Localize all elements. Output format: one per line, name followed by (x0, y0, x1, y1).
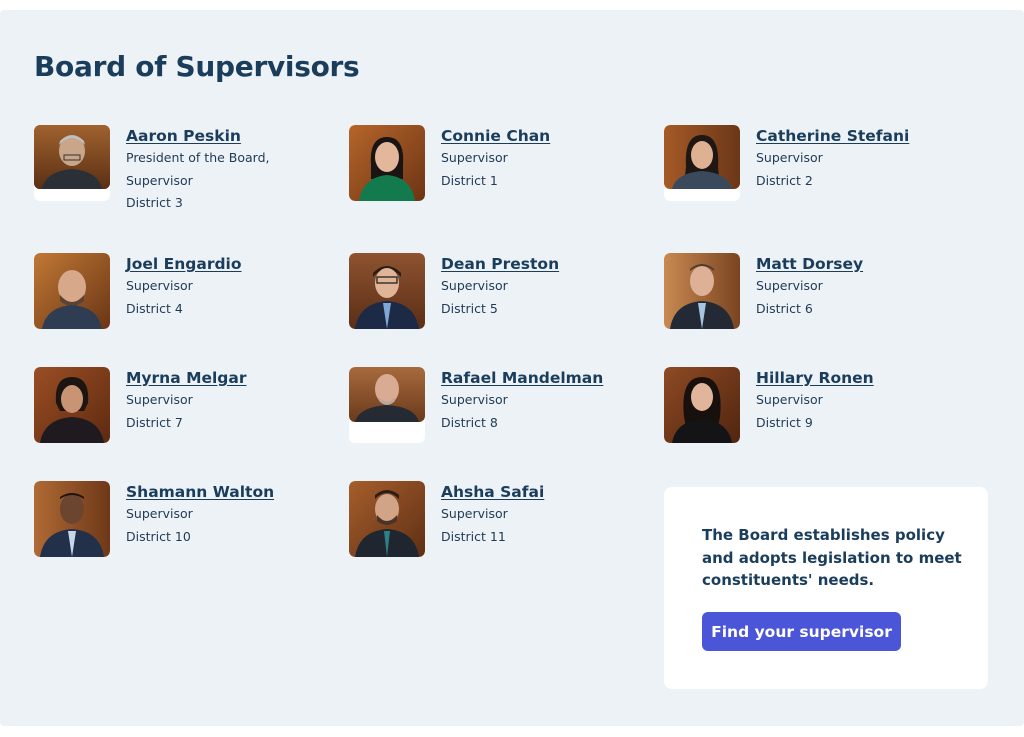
board-description: The Board establishes policy and adopts … (702, 526, 962, 589)
supervisor-name-link[interactable]: Shamann Walton (126, 481, 326, 503)
supervisor-photo[interactable] (34, 125, 110, 189)
supervisor-card: Rafael Mandelman Supervisor District 8 (349, 367, 649, 467)
supervisor-card: Ahsha Safai Supervisor District 11 (349, 481, 649, 581)
supervisor-photo[interactable] (34, 367, 110, 443)
supervisor-photo-frame (34, 253, 110, 329)
supervisor-card: Myrna Melgar Supervisor District 7 (34, 367, 334, 467)
find-your-supervisor-button[interactable]: Find your supervisor (702, 612, 901, 651)
supervisor-name-link[interactable]: Hillary Ronen (756, 367, 956, 389)
supervisor-photo[interactable] (349, 481, 425, 557)
supervisor-photo[interactable] (664, 125, 740, 189)
supervisor-card: Joel Engardio Supervisor District 4 (34, 253, 334, 353)
supervisor-district: District 4 (126, 300, 183, 316)
supervisor-district: District 9 (756, 414, 813, 430)
supervisor-district: District 8 (441, 414, 498, 430)
supervisor-role: Supervisor (756, 392, 823, 407)
supervisor-name-link[interactable]: Aaron Peskin (126, 125, 326, 147)
supervisor-district: District 6 (756, 300, 813, 316)
supervisor-photo-frame (34, 125, 110, 201)
supervisor-role: Supervisor (441, 150, 508, 165)
supervisor-name-link[interactable]: Connie Chan (441, 125, 641, 147)
supervisor-role: Supervisor (756, 150, 823, 165)
supervisor-name-link[interactable]: Ahsha Safai (441, 481, 641, 503)
supervisor-photo-frame (34, 367, 110, 443)
supervisor-role: President of the Board, (126, 150, 270, 165)
supervisor-role: Supervisor (441, 392, 508, 407)
supervisor-name-link[interactable]: Matt Dorsey (756, 253, 956, 275)
supervisor-photo-frame (349, 367, 425, 443)
supervisor-photo-frame (349, 125, 425, 201)
supervisor-card: Dean Preston Supervisor District 5 (349, 253, 649, 353)
supervisor-district: District 2 (756, 172, 813, 188)
supervisor-photo[interactable] (34, 481, 110, 557)
supervisor-card: Matt Dorsey Supervisor District 6 (664, 253, 964, 353)
supervisor-photo-frame (664, 125, 740, 201)
supervisor-photo[interactable] (349, 367, 425, 422)
supervisor-photo[interactable] (34, 253, 110, 329)
supervisor-district: District 1 (441, 172, 498, 188)
supervisor-name-link[interactable]: Rafael Mandelman (441, 367, 641, 389)
supervisor-district: District 3 (126, 195, 183, 210)
supervisor-district: District 7 (126, 414, 183, 430)
supervisor-district: District 11 (441, 528, 506, 544)
supervisor-card: Catherine Stefani Supervisor District 2 (664, 125, 964, 225)
supervisor-photo-frame (349, 253, 425, 329)
supervisor-photo[interactable] (664, 367, 740, 443)
supervisor-name-link[interactable]: Dean Preston (441, 253, 641, 275)
supervisor-role: Supervisor (756, 278, 823, 293)
supervisor-photo-frame (664, 367, 740, 443)
find-supervisor-card: The Board establishes policy and adopts … (664, 487, 988, 689)
supervisor-district: District 10 (126, 528, 191, 544)
page-title: Board of Supervisors (34, 50, 360, 83)
supervisor-role: Supervisor (126, 278, 193, 293)
supervisor-role: Supervisor (126, 506, 193, 521)
supervisor-photo-frame (664, 253, 740, 329)
supervisor-district: District 5 (441, 300, 498, 316)
supervisor-photo-frame (34, 481, 110, 557)
supervisor-name-link[interactable]: Myrna Melgar (126, 367, 326, 389)
supervisor-card: Connie Chan Supervisor District 1 (349, 125, 649, 225)
supervisor-photo[interactable] (349, 125, 425, 201)
supervisor-name-link[interactable]: Catherine Stefani (756, 125, 956, 147)
supervisor-card: Hillary Ronen Supervisor District 9 (664, 367, 964, 467)
supervisor-role-secondary: Supervisor (126, 172, 193, 188)
supervisor-card: Aaron Peskin President of the Board, Sup… (34, 125, 334, 225)
supervisor-photo[interactable] (349, 253, 425, 329)
supervisor-role: Supervisor (126, 392, 193, 407)
supervisor-name-link[interactable]: Joel Engardio (126, 253, 326, 275)
supervisor-photo-frame (349, 481, 425, 557)
supervisor-photo[interactable] (664, 253, 740, 329)
supervisor-role: Supervisor (441, 506, 508, 521)
supervisor-role: Supervisor (441, 278, 508, 293)
supervisor-card: Shamann Walton Supervisor District 10 (34, 481, 334, 581)
